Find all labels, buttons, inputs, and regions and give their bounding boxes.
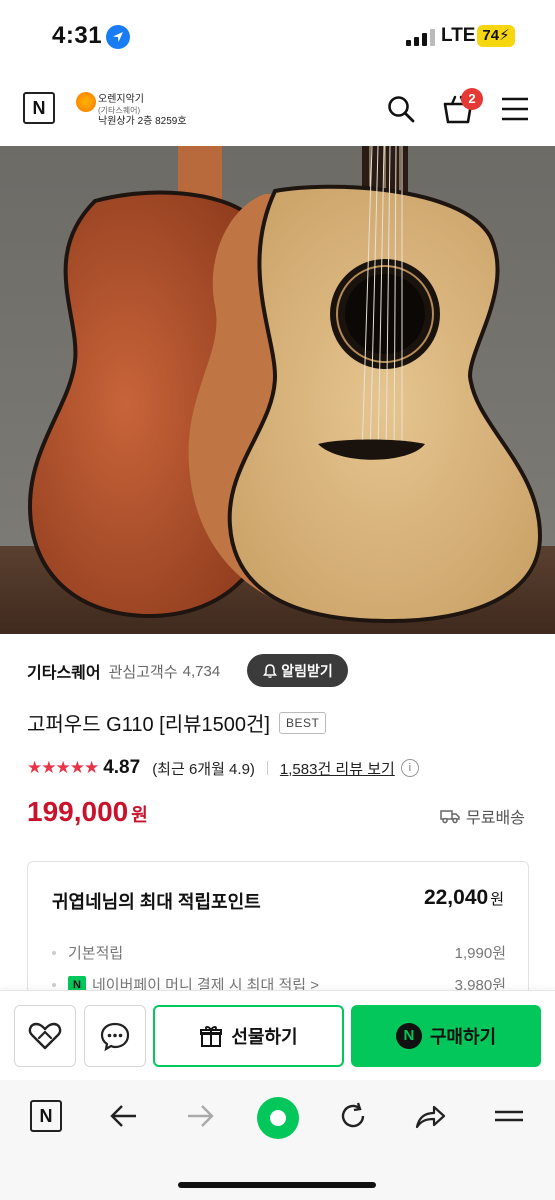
points-unit: 원	[490, 891, 504, 908]
home-indicator	[178, 1182, 376, 1188]
forward-icon[interactable]	[184, 1100, 216, 1132]
home-icon[interactable]	[257, 1097, 299, 1139]
search-icon[interactable]	[386, 94, 416, 124]
cart-count-badge: 2	[461, 88, 483, 110]
shipping-label: 무료배송	[466, 810, 525, 827]
shipping-info: 무료배송	[440, 804, 525, 828]
shop-name-sub: (기타스퀘어)	[98, 106, 141, 115]
truck-icon	[440, 810, 460, 824]
product-image[interactable]	[0, 146, 555, 634]
rating-value: 4.87	[103, 757, 141, 778]
naver-logo-button[interactable]: N	[23, 92, 55, 124]
gift-button[interactable]: 선물하기	[153, 1005, 344, 1067]
shop-address: 낙원상가 2층 8259호	[98, 116, 187, 127]
product-title: 고퍼우드 G110 [리뷰1500건]	[27, 714, 270, 736]
recent-rating: (최근 6개월 4.9)	[152, 760, 255, 778]
price-currency: 원	[131, 805, 148, 825]
bullet-dot	[52, 950, 56, 955]
bullet-dot	[52, 982, 56, 987]
store-header: N 오렌지악기 (기타스퀘어) 낙원상가 2층 8259호 2	[0, 74, 555, 146]
battery-icon: 74⚡	[477, 25, 515, 47]
points-line-label: 기본적립	[68, 945, 124, 962]
menu-icon[interactable]	[500, 96, 530, 122]
battery-level: 74	[482, 27, 500, 44]
price-row: 199,000 원	[27, 796, 148, 828]
buy-label: 구매하기	[429, 1027, 497, 1047]
divider	[266, 761, 268, 775]
follower-label: 관심고객수	[108, 663, 178, 681]
heart-icon	[28, 1022, 62, 1050]
points-line-amount: 1,990원	[454, 945, 506, 962]
location-icon	[106, 25, 130, 49]
alarm-subscribe-button[interactable]: 알림받기	[247, 654, 348, 687]
refresh-icon[interactable]	[337, 1100, 369, 1132]
back-icon[interactable]	[108, 1100, 140, 1132]
naver-pay-icon: N	[395, 1023, 422, 1049]
points-title: 귀엽네님의 최대 적립포인트	[52, 892, 261, 912]
bell-plus-icon	[263, 663, 278, 678]
follower-count: 4,734	[182, 662, 221, 680]
network-label: LTE	[441, 25, 476, 46]
chat-bubble-icon	[100, 1022, 130, 1052]
alarm-label: 알림받기	[281, 662, 333, 679]
best-badge: BEST	[278, 711, 327, 734]
gift-icon	[200, 1026, 223, 1047]
menu-icon[interactable]	[493, 1100, 525, 1132]
talk-button[interactable]	[84, 1005, 146, 1067]
wishlist-button[interactable]	[14, 1005, 76, 1067]
points-total-value: 22,040	[423, 886, 489, 909]
status-bar: 4:31 LTE 74⚡	[0, 0, 555, 74]
info-icon[interactable]: i	[400, 759, 419, 777]
shop-logo-icon[interactable]	[76, 92, 96, 112]
product-title-row: 고퍼우드 G110 [리뷰1500건] BEST	[27, 708, 327, 737]
rating-row: ★★★★★ 4.87 (최근 6개월 4.9) 1,583건 리뷰 보기 i	[27, 756, 419, 780]
store-name[interactable]: 기타스퀘어	[27, 659, 101, 683]
points-total: 22,040 원	[424, 886, 504, 910]
points-line-basic: 기본적립 1,990원	[52, 942, 506, 963]
share-icon[interactable]	[413, 1100, 447, 1132]
purchase-bar: 선물하기 N 구매하기	[0, 990, 555, 1080]
signal-icon	[406, 28, 436, 46]
gift-label: 선물하기	[231, 1027, 298, 1047]
review-link[interactable]: 1,583건 리뷰 보기	[280, 758, 395, 779]
store-info-row: 기타스퀘어 관심고객수 4,734	[27, 654, 220, 688]
shop-name-main: 오렌지악기	[98, 94, 144, 105]
buy-button[interactable]: N 구매하기	[351, 1005, 541, 1067]
naver-home-button[interactable]: N	[30, 1100, 62, 1132]
shop-name[interactable]: 오렌지악기 (기타스퀘어) 낙원상가 2층 8259호	[98, 94, 187, 127]
price-value: 199,000	[27, 796, 129, 827]
status-time: 4:31	[52, 22, 103, 49]
star-rating-icon: ★★★★★	[27, 758, 99, 777]
